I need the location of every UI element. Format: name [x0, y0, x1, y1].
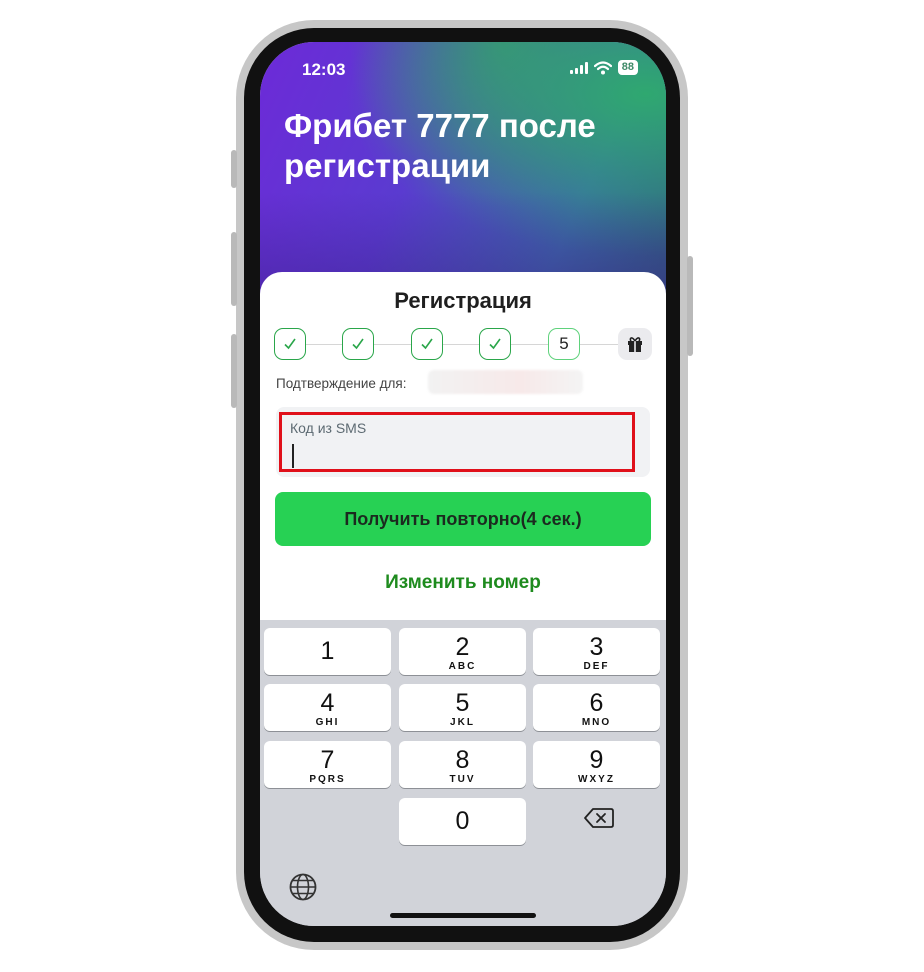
key-9[interactable]: 9 WXYZ [533, 741, 660, 788]
page-title: Регистрация [394, 288, 532, 313]
numeric-keyboard: 1 2 ABC 3 DEF 4 GHI 5 JKL 6 MNO 7 PQRS 8… [260, 620, 666, 926]
step-5-current: 5 [548, 328, 580, 360]
phone-screen: 12:03 88 Фрибет 7777 после регистрации Р… [260, 42, 666, 926]
volume-up-button [231, 232, 237, 306]
key-5[interactable]: 5 JKL [399, 684, 526, 731]
globe-icon[interactable] [288, 872, 318, 902]
check-icon [489, 338, 501, 350]
battery-icon: 88 [617, 60, 638, 75]
step-3-done [411, 328, 443, 360]
home-indicator [390, 913, 536, 918]
key-1[interactable]: 1 [264, 628, 391, 675]
step-number: 5 [559, 334, 569, 353]
phone-number-redacted [428, 370, 583, 394]
promo-header: 12:03 88 Фрибет 7777 после регистрации [260, 42, 666, 302]
key-7[interactable]: 7 PQRS [264, 741, 391, 788]
action-button [231, 150, 237, 188]
registration-card: Регистрация 5 Подтверждение для: Код из … [260, 272, 666, 632]
key-8[interactable]: 8 TUV [399, 741, 526, 788]
confirm-label: Подтверждение для: [276, 376, 407, 391]
registration-steps: 5 [274, 328, 652, 362]
check-icon [352, 338, 364, 350]
change-number-link[interactable]: Изменить номер [260, 572, 666, 594]
backspace-icon[interactable] [582, 805, 616, 831]
sms-code-label: Код из SMS [290, 420, 367, 436]
key-4[interactable]: 4 GHI [264, 684, 391, 731]
wifi-icon [593, 60, 612, 74]
promo-title: Фрибет 7777 после регистрации [284, 107, 596, 184]
step-2-done [342, 328, 374, 360]
step-4-done [479, 328, 511, 360]
status-time: 12:03 [302, 60, 346, 79]
key-0[interactable]: 0 [399, 798, 526, 845]
key-2[interactable]: 2 ABC [399, 628, 526, 675]
key-6[interactable]: 6 MNO [533, 684, 660, 731]
status-icons: 88 [569, 60, 638, 75]
resend-code-button[interactable]: Получить повторно(4 сек.) [275, 492, 651, 546]
gift-step [618, 328, 652, 360]
check-icon [421, 338, 433, 350]
text-caret [292, 444, 294, 468]
signal-icon [569, 61, 588, 74]
step-1-done [274, 328, 306, 360]
power-button [687, 256, 693, 356]
volume-down-button [231, 334, 237, 408]
key-3[interactable]: 3 DEF [533, 628, 660, 675]
check-icon [284, 338, 296, 350]
gift-icon [628, 337, 642, 352]
